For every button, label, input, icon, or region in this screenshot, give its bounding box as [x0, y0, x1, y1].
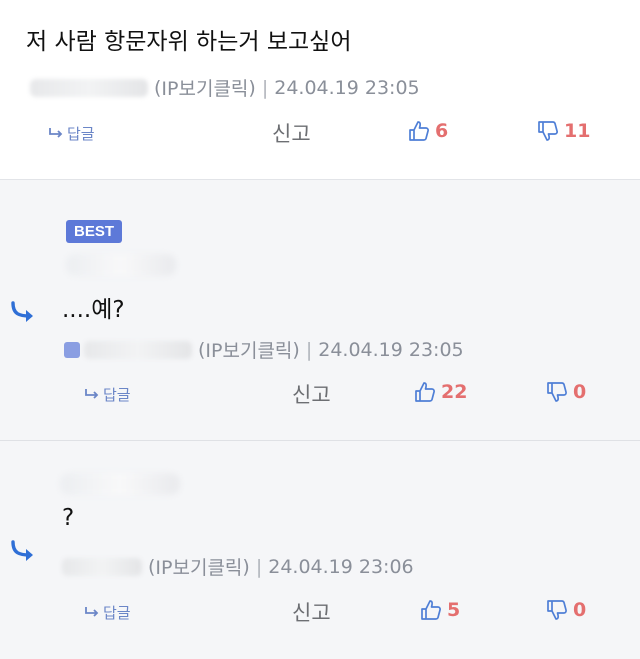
upvote-button[interactable]: 5 [420, 599, 460, 621]
curved-reply-arrow-icon [10, 300, 38, 328]
best-badge: BEST [66, 220, 123, 243]
reply-button[interactable]: 답글 [84, 602, 131, 623]
meta-separator: | [305, 338, 313, 361]
author-name-blurred [62, 557, 142, 576]
reply-comment-item: ? ( IP보기클릭 ) | 24.04.19 23:06 답글 신고 5 0 [0, 441, 640, 659]
upvote-button[interactable]: 6 [408, 120, 448, 142]
thumbs-down-icon [546, 381, 568, 403]
thumbs-down-icon [537, 120, 559, 142]
meta-separator: | [255, 555, 263, 578]
downvote-count: 0 [573, 381, 587, 403]
author-name-blurred [84, 340, 192, 359]
thumbs-up-icon [414, 381, 436, 403]
upvote-count: 22 [441, 381, 468, 403]
reply-arrow-icon [84, 386, 100, 404]
ip-paren-open: ( [154, 76, 162, 99]
thumbs-up-icon [408, 120, 430, 142]
reply-arrow-icon [48, 125, 64, 143]
meta-separator: | [261, 76, 269, 99]
timestamp: 24.04.19 23:05 [274, 76, 420, 99]
curved-reply-arrow-icon [10, 539, 38, 567]
author-name-blurred [30, 78, 148, 97]
report-button[interactable]: 신고 [272, 118, 311, 148]
report-button[interactable]: 신고 [292, 379, 331, 409]
comment-meta: ( IP보기클릭 ) | 24.04.19 23:05 [30, 74, 420, 101]
author-name-blurred [66, 254, 176, 276]
downvote-button[interactable]: 11 [537, 120, 590, 142]
thumbs-down-icon [546, 599, 568, 621]
reply-button[interactable]: 답글 [48, 123, 95, 144]
reply-label: 답글 [67, 125, 95, 143]
upvote-count: 5 [447, 599, 461, 621]
reply-button[interactable]: 답글 [84, 384, 131, 405]
reply-label: 답글 [103, 604, 131, 622]
reply-label: 답글 [103, 386, 131, 404]
ip-paren-close: ) [248, 76, 256, 99]
downvote-button[interactable]: 0 [546, 381, 586, 403]
thumbs-up-icon [420, 599, 442, 621]
downvote-count: 0 [573, 599, 587, 621]
timestamp: 24.04.19 23:05 [318, 338, 464, 361]
timestamp: 24.04.19 23:06 [268, 555, 414, 578]
reply-arrow-icon [84, 604, 100, 622]
comment-item: 저 사람 항문자위 하는거 보고싶어 ( IP보기클릭 ) | 24.04.19… [0, 0, 640, 180]
ip-view-link[interactable]: IP보기클릭 [161, 74, 248, 101]
ip-view-link[interactable]: IP보기클릭 [205, 336, 292, 363]
reply-comment-item: BEST ....예? ( IP보기클릭 ) | 24.04.19 23:05 … [0, 180, 640, 441]
upvote-button[interactable]: 22 [414, 381, 467, 403]
comment-meta: ( IP보기클릭 ) | 24.04.19 23:06 [62, 553, 414, 580]
ip-paren-open: ( [148, 555, 156, 578]
downvote-button[interactable]: 0 [546, 599, 586, 621]
ip-paren-close: ) [292, 338, 300, 361]
comment-meta: ( IP보기클릭 ) | 24.04.19 23:05 [64, 336, 464, 363]
comment-text: ....예? [62, 297, 125, 323]
ip-paren-close: ) [242, 555, 250, 578]
comment-text: ? [62, 505, 75, 531]
author-name-blurred [60, 473, 180, 495]
report-button[interactable]: 신고 [292, 597, 331, 627]
downvote-count: 11 [564, 120, 591, 142]
user-level-icon [64, 341, 80, 358]
ip-view-link[interactable]: IP보기클릭 [155, 553, 242, 580]
comment-text: 저 사람 항문자위 하는거 보고싶어 [26, 29, 352, 55]
upvote-count: 6 [435, 120, 449, 142]
ip-paren-open: ( [198, 338, 206, 361]
